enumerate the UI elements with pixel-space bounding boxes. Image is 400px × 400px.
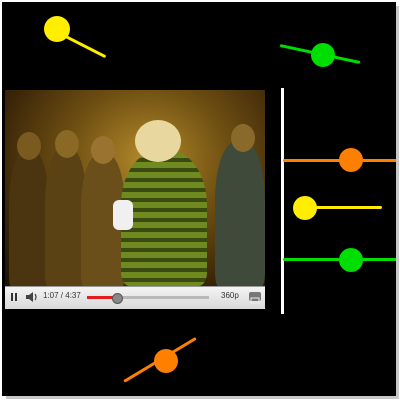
pause-button[interactable] — [9, 290, 21, 304]
time-display: 1:07 / 4:37 — [43, 291, 81, 300]
video-player[interactable]: 1:07 / 4:37 360p — [5, 90, 265, 309]
video-frame[interactable] — [5, 90, 265, 286]
progress-scrubber[interactable] — [111, 293, 123, 304]
progress-bar[interactable] — [87, 293, 209, 304]
crowd-head — [17, 132, 41, 160]
performer-head — [135, 120, 181, 162]
volume-button[interactable] — [25, 290, 39, 304]
green-knob-top[interactable] — [311, 43, 335, 67]
orange-knob-right[interactable] — [339, 148, 363, 172]
performer-arm — [113, 200, 133, 230]
fullscreen-icon — [250, 297, 260, 304]
crowd-figure — [215, 142, 265, 286]
yellow-knob-right[interactable] — [293, 196, 317, 220]
crowd-head — [231, 124, 255, 152]
fullscreen-button[interactable] — [249, 292, 261, 304]
player-controls: 1:07 / 4:37 360p — [5, 286, 265, 309]
frame-shadow-right — [396, 6, 399, 398]
vertical-divider — [281, 88, 284, 314]
canvas: 1:07 / 4:37 360p — [2, 2, 396, 396]
orange-knob-bottom[interactable] — [154, 349, 178, 373]
crowd-head — [55, 130, 79, 158]
quality-selector[interactable]: 360p — [221, 291, 239, 300]
crowd-figure — [9, 150, 49, 286]
yellow-knob-top[interactable] — [44, 16, 70, 42]
crowd-head — [91, 136, 115, 164]
frame-shadow-bottom — [6, 396, 399, 399]
green-knob-right[interactable] — [339, 248, 363, 272]
volume-icon — [26, 292, 37, 302]
performer-body — [121, 152, 207, 286]
